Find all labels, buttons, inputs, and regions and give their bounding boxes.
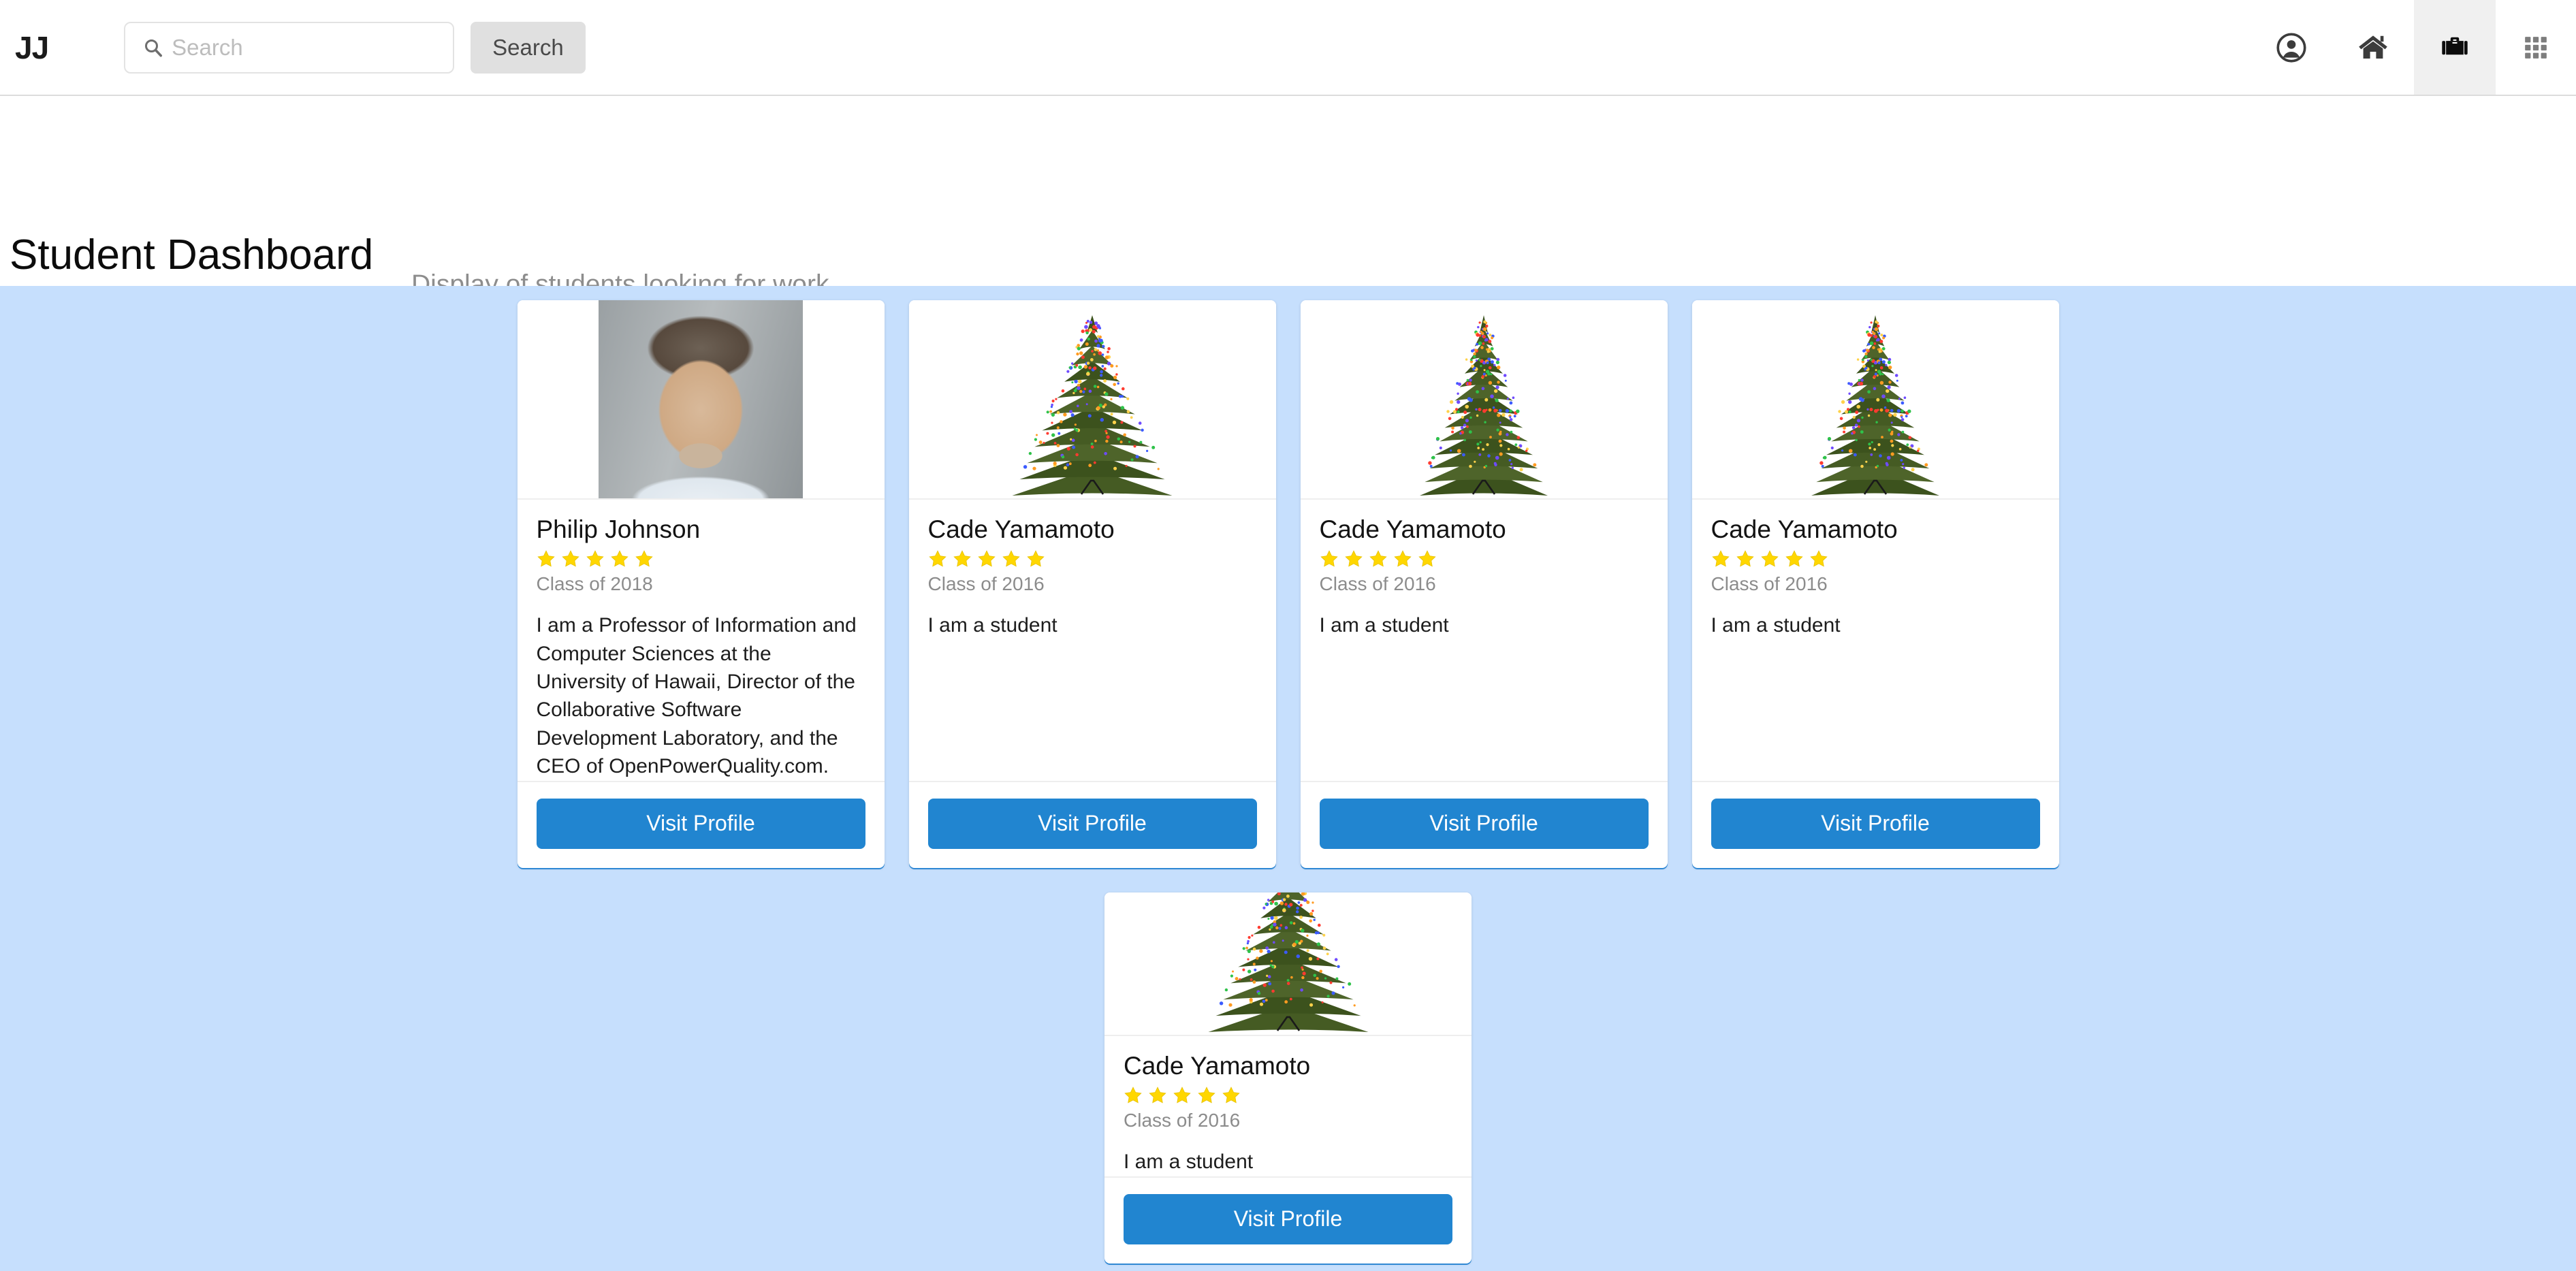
student-card-footer: Visit Profile [1300, 780, 1668, 868]
star-icon [1369, 549, 1387, 567]
star-icon [1124, 1086, 1142, 1104]
brand-logo[interactable]: JJ [15, 32, 49, 63]
student-name: Cade Yamamoto [1711, 515, 1898, 543]
student-card-image [908, 300, 1276, 500]
star-icon [1149, 1086, 1166, 1104]
card-row-bottom: Cade Yamamoto Class of 2016 I am a stude… [0, 892, 2576, 1264]
student-card-image [1691, 300, 2059, 500]
page-title: Student Dashboard [10, 231, 374, 278]
star-icon [977, 549, 996, 567]
student-card-footer: Visit Profile [1104, 1176, 1472, 1264]
christmas-tree-image [1420, 315, 1548, 496]
student-description: I am a student [1124, 1151, 1254, 1174]
account-circle-icon-button[interactable] [2251, 0, 2332, 95]
student-name: Cade Yamamoto [927, 515, 1115, 543]
nav-icon-group [2251, 0, 2576, 95]
apps-grid-icon-button[interactable] [2496, 0, 2576, 95]
christmas-tree-image [1012, 315, 1173, 496]
search-button[interactable]: Search [471, 21, 586, 74]
student-class: Class of 2016 [927, 573, 1045, 594]
account-circle-icon [2276, 32, 2306, 63]
student-card-footer: Visit Profile [1691, 780, 2059, 868]
student-card-body: Cade Yamamoto Class of 2016 I am a stude… [1692, 500, 2059, 781]
star-icon [1320, 549, 1338, 567]
rating-stars [928, 549, 1257, 568]
visit-profile-button[interactable]: Visit Profile [1319, 798, 1649, 849]
student-card-4[interactable]: Cade Yamamoto Class of 2016 I am a stude… [1691, 300, 2059, 868]
student-name: Philip Johnson [536, 515, 701, 543]
star-icon [1418, 549, 1436, 567]
briefcase-icon [2442, 37, 2468, 54]
rating-stars [1124, 1086, 1452, 1105]
star-icon [610, 549, 629, 567]
christmas-tree-image [1811, 315, 1939, 496]
student-card-board: Philip Johnson Class of 2018 I am a Prof… [0, 286, 2576, 1271]
star-icon [561, 549, 579, 567]
star-icon [1711, 549, 1730, 567]
star-icon [1222, 1086, 1240, 1104]
student-card-5[interactable]: Cade Yamamoto Class of 2016 I am a stude… [1104, 892, 1472, 1264]
star-icon [928, 549, 947, 567]
rating-stars [537, 549, 865, 568]
rating-stars [1711, 549, 2040, 568]
student-card-image [517, 300, 885, 500]
student-class: Class of 2018 [536, 573, 653, 594]
student-card-body: Cade Yamamoto Class of 2016 I am a stude… [1104, 1036, 1472, 1176]
student-description: I am a student [1319, 614, 1449, 637]
student-card-image [1104, 892, 1472, 1036]
star-icon [1198, 1086, 1215, 1104]
student-card-body: Philip Johnson Class of 2018 I am a Prof… [518, 500, 885, 781]
home-icon [2359, 35, 2387, 59]
star-icon [586, 549, 604, 567]
student-portrait-photo [599, 300, 803, 498]
student-card-1[interactable]: Philip Johnson Class of 2018 I am a Prof… [517, 300, 885, 868]
card-row-top: Philip Johnson Class of 2018 I am a Prof… [0, 300, 2576, 868]
star-icon [1026, 549, 1045, 567]
student-card-body: Cade Yamamoto Class of 2016 I am a stude… [909, 500, 1276, 781]
student-card-body: Cade Yamamoto Class of 2016 I am a stude… [1301, 500, 1668, 781]
student-card-3[interactable]: Cade Yamamoto Class of 2016 I am a stude… [1300, 300, 1668, 868]
visit-profile-button[interactable]: Visit Profile [536, 798, 865, 849]
star-icon [537, 549, 555, 567]
star-icon [1393, 549, 1412, 567]
student-description: I am a student [927, 614, 1058, 637]
search-container [124, 21, 455, 74]
search-input[interactable] [124, 21, 455, 74]
student-class: Class of 2016 [1319, 573, 1436, 594]
student-name: Cade Yamamoto [1319, 515, 1506, 543]
visit-profile-button[interactable]: Visit Profile [927, 798, 1257, 849]
star-icon [1760, 549, 1779, 567]
student-card-footer: Visit Profile [908, 780, 1276, 868]
student-class: Class of 2016 [1124, 1109, 1241, 1131]
rating-stars [1320, 549, 1649, 568]
page-header: Student Dashboard Display of students lo… [0, 96, 2576, 298]
star-icon [953, 549, 971, 567]
student-card-footer: Visit Profile [517, 780, 885, 868]
student-description: I am a Professor of Information and Comp… [536, 614, 857, 778]
student-description: I am a student [1711, 614, 1841, 637]
star-icon [1344, 549, 1363, 567]
christmas-tree-image [1208, 892, 1368, 1032]
student-card-image [1300, 300, 1668, 500]
student-class: Class of 2016 [1711, 573, 1828, 594]
star-icon [1809, 549, 1828, 567]
star-icon [1173, 1086, 1191, 1104]
student-name: Cade Yamamoto [1124, 1051, 1311, 1080]
visit-profile-button[interactable]: Visit Profile [1711, 798, 2040, 849]
student-card-2[interactable]: Cade Yamamoto Class of 2016 I am a stude… [908, 300, 1276, 868]
star-icon [1736, 549, 1754, 567]
visit-profile-button[interactable]: Visit Profile [1124, 1193, 1452, 1244]
home-icon-button[interactable] [2332, 0, 2414, 95]
apps-grid-icon [2525, 36, 2547, 59]
star-icon [1002, 549, 1020, 567]
briefcase-icon-button[interactable] [2414, 0, 2496, 95]
star-icon [1785, 549, 1803, 567]
top-navbar: JJ Search [0, 0, 2576, 96]
star-icon [635, 549, 653, 567]
